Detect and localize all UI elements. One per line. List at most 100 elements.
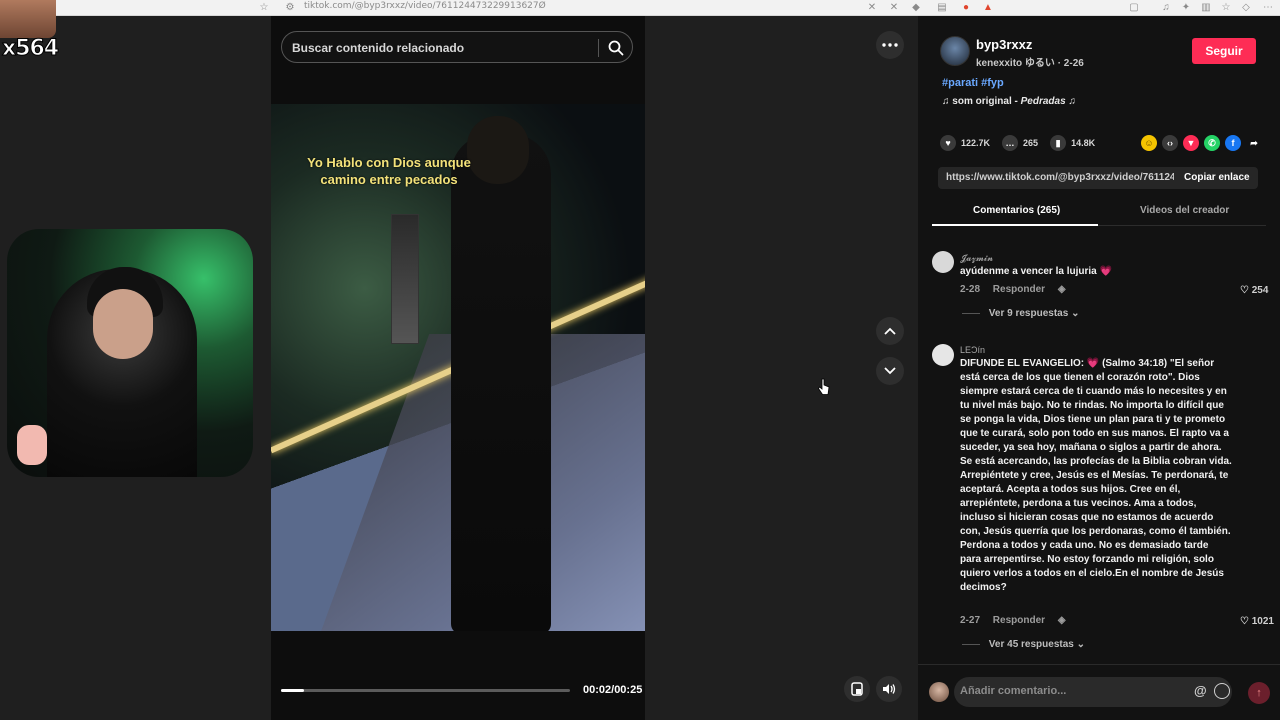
site-info-icon[interactable]: ⚙ <box>284 2 296 14</box>
comment-count: 265 <box>1023 138 1039 148</box>
arrow-up-icon: ↑ <box>1256 687 1262 699</box>
mention-icon[interactable]: @ <box>1194 683 1207 698</box>
emoji-icon[interactable] <box>1214 683 1230 699</box>
music-note-icon: ♫ <box>942 96 953 107</box>
streamer-tag: x564 <box>1 36 59 62</box>
favorites-icon[interactable]: ☆ <box>1220 2 1232 14</box>
sound-link[interactable]: ♫ som original - Pedradas ♫ <box>942 96 1076 107</box>
commenter-avatar[interactable] <box>932 251 954 273</box>
commenter-name[interactable]: LΕƆín <box>960 345 985 355</box>
extension-icon[interactable]: ◆ <box>910 2 922 14</box>
comment-meta: 2-27 Responder ◈ <box>960 615 1076 626</box>
sound-prefix: som original - <box>952 96 1021 107</box>
comment-like-count: 254 <box>1251 285 1269 296</box>
playback-time: 00:02/00:25 <box>583 684 643 696</box>
shield-icon[interactable]: ◇ <box>1240 2 1252 14</box>
comment-composer: Añadir comentario... @ ↑ <box>918 664 1280 720</box>
bookmark-icon[interactable]: ☆ <box>258 2 270 14</box>
extension-icon[interactable]: ▲ <box>982 2 994 14</box>
emoji-share-icon[interactable]: ☺ <box>1141 135 1157 151</box>
replies-label: Ver 9 respuestas <box>988 308 1069 319</box>
comment-button[interactable]: … 265 <box>1002 135 1038 151</box>
tab-creator-videos[interactable]: Videos del creador <box>1140 205 1229 216</box>
author-avatar[interactable] <box>940 36 970 66</box>
tab-comments[interactable]: Comentarios (265) <box>973 205 1060 216</box>
extension-icon[interactable]: ✕ <box>888 2 900 14</box>
volume-button[interactable] <box>876 676 902 702</box>
commenter-avatar[interactable] <box>932 344 954 366</box>
comment-like[interactable]: ♡ 1021 <box>1240 616 1274 627</box>
send-to-friends-icon[interactable]: ▼ <box>1183 135 1199 151</box>
tab-icon[interactable]: ▢ <box>1128 2 1140 14</box>
chevron-up-icon <box>884 327 896 335</box>
screen: ☆ ⚙ tiktok.com/@byp3rxxz/video/761124473… <box>0 0 1280 720</box>
more-options-button[interactable] <box>876 31 904 59</box>
heart-outline-icon: ♡ <box>1240 285 1249 296</box>
commenter-name[interactable]: 𝓙𝓪𝔃𝓶𝓲𝓷 <box>960 253 993 264</box>
streamer-face <box>93 289 153 359</box>
author-username[interactable]: byp3rxxz <box>976 37 1032 52</box>
comment-like[interactable]: ♡ 254 <box>1240 285 1268 296</box>
current-user-avatar <box>929 682 949 702</box>
floating-player-button[interactable] <box>844 676 870 702</box>
previous-video-button[interactable] <box>876 317 904 345</box>
author-subtitle: kenexxito ゆるい · 2-26 <box>976 58 1084 69</box>
whatsapp-icon[interactable]: ✆ <box>1204 135 1220 151</box>
reply-button[interactable]: Responder <box>993 615 1045 626</box>
next-video-button[interactable] <box>876 357 904 385</box>
video-frame[interactable]: Yo Hablo con Dios aunque camino entre pe… <box>271 104 645 631</box>
address-bar[interactable]: tiktok.com/@byp3rxxz/video/7611244732299… <box>304 1 546 11</box>
creator-liked-icon: ◈ <box>1057 615 1066 626</box>
follow-button[interactable]: Seguir <box>1192 38 1256 64</box>
save-button[interactable]: ▮ 14.8K <box>1050 135 1095 151</box>
pip-icon <box>851 682 863 696</box>
save-count: 14.8K <box>1071 138 1096 148</box>
mouse-cursor-icon <box>818 378 830 395</box>
speaker-icon <box>883 684 896 694</box>
embed-icon[interactable]: ‹› <box>1162 135 1178 151</box>
streamer-avatar <box>0 0 56 38</box>
reply-button[interactable]: Responder <box>993 284 1045 295</box>
replies-label: Ver 45 respuestas <box>988 639 1074 650</box>
chevron-down-icon <box>884 367 896 375</box>
send-comment-button[interactable]: ↑ <box>1248 682 1270 704</box>
panel-tabs: Comentarios (265) Videos del creador <box>932 202 1266 226</box>
search-input[interactable]: Buscar contenido relacionado <box>292 41 464 55</box>
progress-bar[interactable] <box>281 689 570 692</box>
hashtags[interactable]: #parati #fyp <box>942 77 1004 89</box>
extension-icon[interactable]: ✕ <box>866 2 878 14</box>
creator-liked-icon: ◈ <box>1057 284 1066 295</box>
comment-like-count: 1021 <box>1251 616 1274 627</box>
active-tab-indicator <box>932 224 1098 226</box>
more-dots-icon <box>882 43 898 47</box>
comment-input[interactable]: Añadir comentario... @ <box>954 677 1232 707</box>
like-button[interactable]: ♥ 122.7K <box>940 135 990 151</box>
view-replies-button[interactable]: Ver 45 respuestas ⌄ <box>962 639 1085 650</box>
comment-icon: … <box>1002 135 1019 151</box>
chevron-down-icon: ⌄ <box>1076 639 1086 650</box>
facebook-icon[interactable]: f <box>1225 135 1241 151</box>
search-icon[interactable] <box>607 39 625 57</box>
split-icon[interactable]: ▥ <box>1200 2 1212 14</box>
engagement-stats: ♥ 122.7K … 265 ▮ 14.8K <box>940 134 1107 152</box>
share-link-row: https://www.tiktok.com/@byp3rxxz/video/7… <box>938 167 1258 189</box>
comment-placeholder: Añadir comentario... <box>960 685 1067 697</box>
more-icon[interactable]: ⋯ <box>1262 2 1274 14</box>
related-search-box[interactable]: Buscar contenido relacionado <box>281 31 633 63</box>
puzzle-icon[interactable]: ✦ <box>1180 2 1192 14</box>
music-note-icon: ♫ <box>1065 96 1076 107</box>
copy-link-button[interactable]: Copiar enlace <box>1184 172 1250 183</box>
browser-toolbar: ☆ ⚙ tiktok.com/@byp3rxxz/video/761124473… <box>0 0 1280 16</box>
forward-icon[interactable]: ➦ <box>1246 135 1262 151</box>
view-replies-button[interactable]: Ver 9 respuestas ⌄ <box>962 308 1080 319</box>
video-link[interactable]: https://www.tiktok.com/@byp3rxxz/video/7… <box>946 172 1174 183</box>
mascot-sticker <box>17 425 47 465</box>
sound-name: Pedradas <box>1020 96 1066 107</box>
music-icon[interactable]: ♫ <box>1160 2 1172 14</box>
comment-date: 2-27 <box>960 615 981 626</box>
extension-icon[interactable]: ● <box>960 2 972 14</box>
comment-date: 2-28 <box>960 284 981 295</box>
video-subject <box>451 134 551 631</box>
extension-icon[interactable]: ▤ <box>936 2 948 14</box>
heart-outline-icon: ♡ <box>1240 616 1249 627</box>
